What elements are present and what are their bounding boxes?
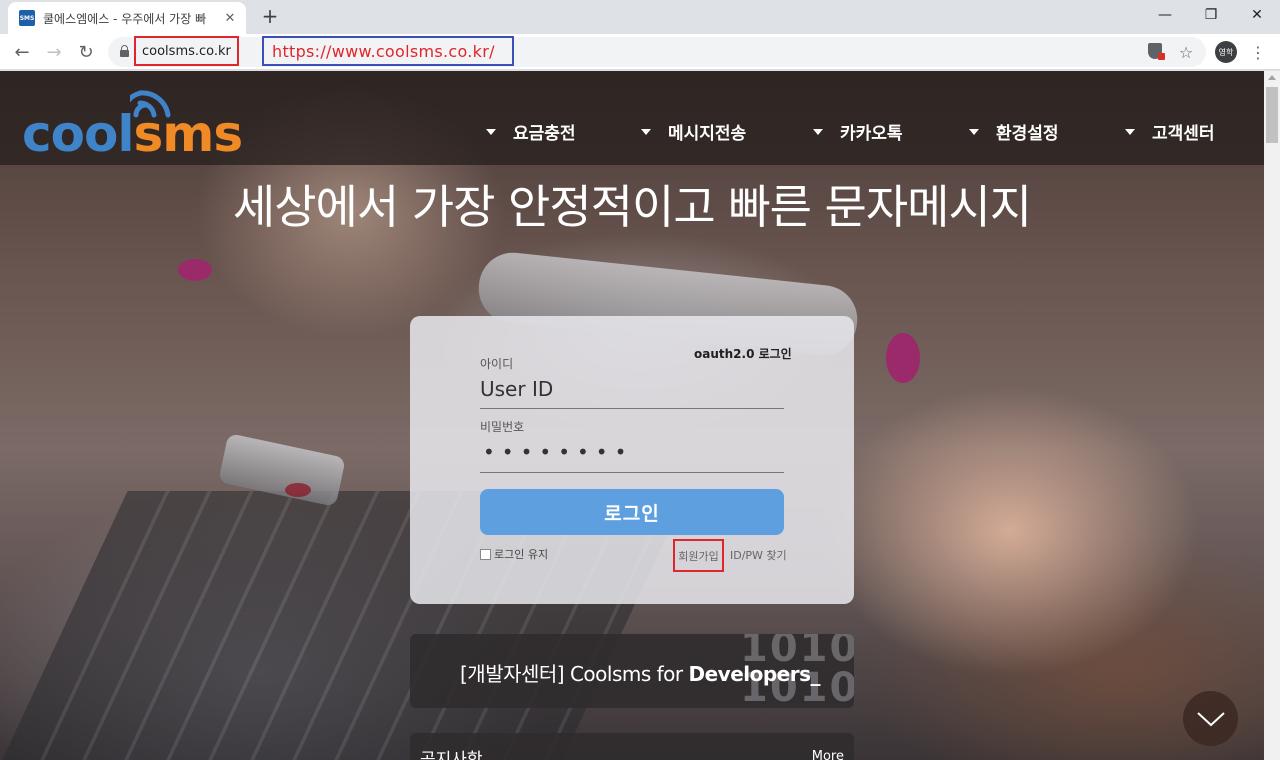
scroll-up-arrow-icon[interactable] (1268, 75, 1276, 80)
chevron-down-icon (1196, 711, 1225, 726)
logo-cool-text: cool (22, 105, 134, 163)
nav-item-charge[interactable]: 요금충전 (486, 119, 576, 144)
extension-shield-icon[interactable] (1148, 43, 1165, 60)
oauth-login-link[interactable]: oauth2.0 로그인 (694, 345, 792, 362)
keep-login-option[interactable]: 로그인 유지 (480, 546, 548, 562)
restore-window-button[interactable]: ❐ (1188, 0, 1234, 30)
background-nail-image (178, 259, 212, 281)
background-nail-image (886, 333, 920, 383)
id-label: 아이디 (480, 357, 514, 371)
hero-title: 세상에서 가장 안정적이고 빠른 문자메시지 (232, 180, 1032, 234)
notice-more-link[interactable]: More (812, 749, 844, 760)
reload-button[interactable]: ↻ (72, 38, 100, 66)
notice-title: 공지사항 (420, 750, 483, 760)
caret-down-icon (486, 128, 496, 135)
password-label: 비밀번호 (480, 420, 525, 434)
login-button[interactable]: 로그인 (480, 489, 784, 535)
developer-center-banner[interactable]: 1010 1010 [개발자센터] Coolsms for Developers… (410, 634, 854, 708)
back-button[interactable]: ← (8, 38, 36, 66)
logo-sms-text: sms (133, 105, 243, 163)
close-window-button[interactable]: ✕ (1234, 0, 1280, 30)
nav-label: 카카오톡 (840, 124, 903, 144)
caret-down-icon (641, 128, 651, 135)
page-scrollbar[interactable] (1264, 71, 1280, 760)
nav-item-customer-center[interactable]: 고객센터 (1125, 119, 1215, 144)
signup-link[interactable]: 회원가입 (673, 539, 724, 572)
developer-banner-prefix: [개발자센터] Coolsms for (460, 662, 689, 686)
nav-item-send-message[interactable]: 메시지전송 (641, 119, 746, 144)
developer-banner-text: [개발자센터] Coolsms for Developers_ (460, 658, 821, 687)
lock-icon[interactable] (120, 45, 129, 57)
nav-label: 고객센터 (1152, 124, 1215, 144)
new-tab-button[interactable]: + (258, 4, 282, 28)
browser-menu-icon[interactable]: ⋮ (1247, 41, 1269, 63)
browser-tab[interactable]: SMS 쿨에스엠에스 - 우주에서 가장 빠 ✕ (8, 2, 246, 34)
keep-login-label: 로그인 유지 (494, 548, 549, 561)
id-underline (480, 408, 784, 409)
nav-item-kakaotalk[interactable]: 카카오톡 (813, 119, 903, 144)
keep-login-checkbox[interactable] (480, 548, 491, 560)
nav-label: 환경설정 (996, 124, 1059, 144)
minimize-window-button[interactable]: — (1142, 0, 1188, 30)
caret-down-icon (969, 128, 979, 135)
bookmark-star-icon[interactable]: ☆ (1175, 41, 1197, 63)
tab-close-icon[interactable]: ✕ (222, 11, 238, 26)
password-underline (480, 472, 784, 473)
coolsms-logo[interactable]: coolsms (22, 109, 243, 159)
url-annotation: https://www.coolsms.co.kr/ (262, 36, 514, 66)
nav-label: 메시지전송 (668, 124, 747, 144)
tab-title: 쿨에스엠에스 - 우주에서 가장 빠 (43, 11, 207, 26)
notice-panel: 공지사항 More (410, 733, 854, 760)
sms-favicon-icon: SMS (19, 10, 35, 26)
scrollbar-thumb[interactable] (1266, 87, 1278, 143)
login-card: oauth2.0 로그인 아이디 User ID 비밀번호 •••••••• 로… (410, 316, 854, 604)
page-viewport: coolsms 요금충전 메시지전송 카카오톡 환경설정 고객센터 세상에서 가… (0, 71, 1264, 760)
nav-label: 요금충전 (513, 124, 576, 144)
developer-banner-highlight: Developers_ (688, 662, 821, 686)
site-header: coolsms 요금충전 메시지전송 카카오톡 환경설정 고객센터 (0, 71, 1264, 165)
url-text[interactable]: coolsms.co.kr (134, 36, 239, 66)
find-id-pw-link[interactable]: ID/PW 찾기 (730, 547, 787, 563)
background-usb-accent (285, 483, 311, 497)
scroll-down-button[interactable] (1183, 691, 1238, 746)
caret-down-icon (1125, 128, 1135, 135)
nav-item-settings[interactable]: 환경설정 (969, 119, 1059, 144)
caret-down-icon (813, 128, 823, 135)
forward-button[interactable]: → (40, 38, 68, 66)
profile-avatar[interactable]: 영학 (1215, 41, 1237, 63)
password-input[interactable]: •••••••• (483, 440, 633, 464)
user-id-input[interactable]: User ID (480, 377, 553, 401)
tab-strip: SMS 쿨에스엠에스 - 우주에서 가장 빠 ✕ + — ❐ ✕ (0, 0, 1280, 34)
